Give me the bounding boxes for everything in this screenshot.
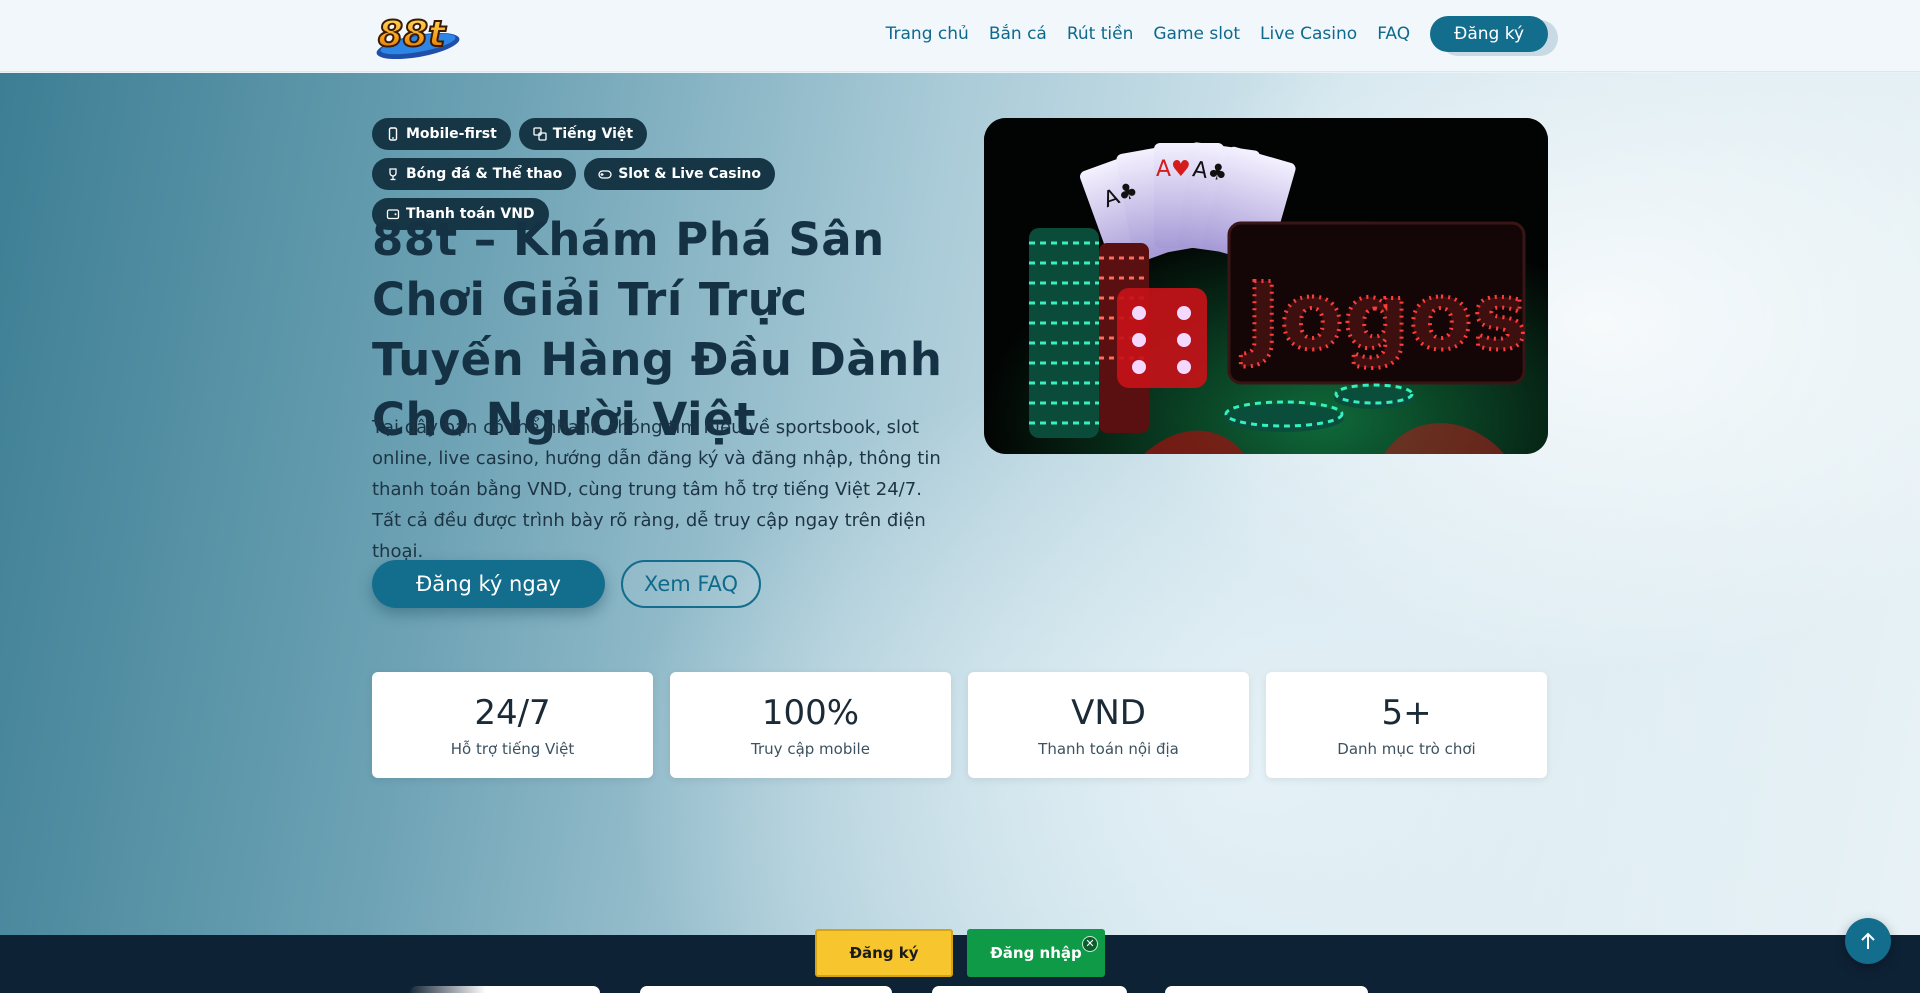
stat-label: Hỗ trợ tiếng Việt — [450, 740, 575, 758]
svg-text:Jogos: Jogos — [1240, 263, 1527, 370]
gamepad-icon — [598, 170, 612, 179]
tag-label: Mobile-first — [406, 126, 497, 142]
main-nav: Trang chủ Bắn cá Rút tiền Game slot Live… — [886, 16, 1548, 52]
stat-value: 5+ — [1381, 693, 1432, 733]
stat-card: 5+ Danh mục trò chơi — [1266, 672, 1547, 778]
stat-value: 100% — [761, 693, 860, 733]
hero-casino-image: A♣ A♥ A♣ Jogos Jogos — [984, 118, 1548, 454]
stat-value: VND — [1071, 693, 1146, 733]
header-register-button[interactable]: Đăng ký — [1430, 16, 1548, 52]
tag-bong-da: Bóng đá & Thể thao — [372, 158, 577, 190]
footer-tab — [1165, 986, 1368, 993]
hero-section — [0, 73, 1920, 935]
floating-register-button[interactable]: Đăng ký — [815, 929, 953, 977]
floating-login-button[interactable]: Đăng nhập — [967, 929, 1105, 977]
svg-text:A♣: A♣ — [1191, 157, 1229, 187]
tag-mobile-first: Mobile-first — [372, 118, 511, 150]
nav-ban-ca[interactable]: Bắn cá — [989, 24, 1047, 44]
trophy-icon — [389, 168, 397, 181]
tag-tieng-viet: Tiếng Việt — [518, 118, 648, 150]
logo-text: 88t — [378, 14, 447, 55]
nav-rut-tien[interactable]: Rút tiền — [1067, 24, 1134, 44]
stat-label: Truy cập mobile — [751, 740, 870, 758]
tag-label: Slot & Live Casino — [618, 166, 761, 182]
tag-slot-live-casino: Slot & Live Casino — [584, 158, 775, 190]
phone-icon — [388, 127, 398, 141]
site-header: 88t Trang chủ Bắn cá Rút tiền Game slot … — [0, 0, 1920, 72]
nav-game-slot[interactable]: Game slot — [1153, 24, 1240, 44]
stat-card: 24/7 Hỗ trợ tiếng Việt — [372, 672, 653, 778]
arrow-up-icon — [1861, 932, 1875, 949]
register-now-button[interactable]: Đăng ký ngay — [372, 560, 605, 608]
close-icon[interactable]: ✕ — [1082, 936, 1098, 952]
translate-icon — [533, 127, 547, 141]
stat-label: Thanh toán nội địa — [1038, 740, 1179, 758]
stat-label: Danh mục trò chơi — [1337, 740, 1476, 758]
footer-tab — [932, 986, 1127, 993]
back-to-top-button[interactable] — [1845, 918, 1891, 964]
footer-tab — [410, 986, 600, 993]
tag-label: Tiếng Việt — [552, 126, 634, 142]
stats-row: 24/7 Hỗ trợ tiếng Việt 100% Truy cập mob… — [372, 672, 1548, 778]
tag-label: Bóng đá & Thể thao — [406, 166, 563, 182]
stat-card: VND Thanh toán nội địa — [968, 672, 1249, 778]
nav-home[interactable]: Trang chủ — [886, 24, 969, 44]
footer-bar — [0, 935, 1920, 993]
brand-logo[interactable]: 88t — [372, 10, 462, 60]
stat-card: 100% Truy cập mobile — [670, 672, 951, 778]
nav-faq[interactable]: FAQ — [1377, 24, 1410, 44]
view-faq-button[interactable]: Xem FAQ — [621, 560, 761, 608]
svg-text:A♥: A♥ — [1156, 157, 1191, 182]
footer-tab — [640, 986, 892, 993]
nav-live-casino[interactable]: Live Casino — [1260, 24, 1357, 44]
stat-value: 24/7 — [474, 693, 551, 733]
hero-description: Tại đây bạn có thể nhanh chóng tìm hiểu … — [372, 417, 941, 562]
